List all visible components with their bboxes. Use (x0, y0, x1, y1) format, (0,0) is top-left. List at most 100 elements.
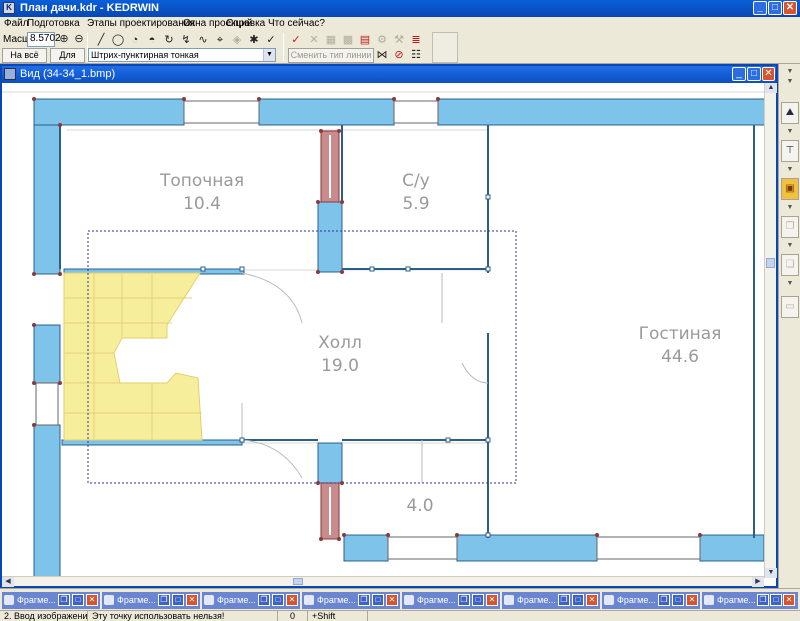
chevron-down-icon[interactable]: ▼ (782, 204, 798, 212)
restore-icon[interactable]: ❐ (158, 594, 170, 606)
restore-icon[interactable]: ❐ (558, 594, 570, 606)
layers-red-icon[interactable]: ▤ (357, 32, 373, 48)
disabled-tool-icon[interactable]: ◈ (229, 32, 245, 48)
wrench-disabled-icon[interactable]: ⚒ (391, 32, 407, 48)
circle-tool-icon[interactable]: ◯ (110, 32, 126, 48)
menu-design-stages[interactable]: Этапы проектирования (87, 18, 195, 29)
minimize-button[interactable]: _ (753, 1, 767, 15)
restore-icon[interactable]: ❐ (258, 594, 270, 606)
floor-plan[interactable]: Топочная 10.4 С/у 5.9 Холл 19.0 Гостиная… (2, 83, 764, 578)
horizontal-scrollbar[interactable]: ◀ ▶ (2, 576, 764, 587)
restore-icon[interactable]: ❐ (757, 594, 769, 606)
rotate-tool-icon[interactable]: ↻ (161, 32, 177, 48)
chevron-down-icon[interactable]: ▼ (782, 242, 798, 250)
curve-tool-icon[interactable]: ∿ (195, 32, 211, 48)
wall-view-icon[interactable]: ⛰ (781, 102, 799, 124)
properties-icon[interactable]: ☷ (408, 47, 424, 63)
maximize-icon[interactable]: □ (172, 594, 184, 606)
document-title-bar[interactable]: Вид (34-34_1.bmp) _ □ ✕ (2, 66, 776, 83)
close-button[interactable]: ✕ (783, 1, 797, 15)
doc-close-button[interactable]: ✕ (762, 67, 775, 81)
close-icon[interactable]: ✕ (783, 594, 795, 606)
layer-disabled-icon[interactable]: ▭ (781, 296, 799, 318)
fragment-window[interactable]: Фрагме... ❐ □ ✕ (202, 592, 300, 609)
copy-disabled-icon[interactable]: ❐ (781, 216, 799, 238)
cross-disabled-icon[interactable]: ✕ (306, 32, 322, 48)
close-icon[interactable]: ✕ (286, 594, 298, 606)
menu-preparation[interactable]: Подготовка (27, 18, 80, 29)
scale-input[interactable]: 8.5702 (27, 32, 61, 47)
arc-3pt-tool-icon[interactable]: ◓ (144, 32, 160, 48)
point-snap-icon[interactable]: ✱ (246, 32, 262, 48)
drawing-canvas[interactable]: Топочная 10.4 С/у 5.9 Холл 19.0 Гостиная… (2, 83, 764, 578)
maximize-button[interactable]: □ (768, 1, 782, 15)
scroll-down-icon[interactable]: ▼ (765, 568, 777, 578)
pattern-disabled-icon[interactable]: ▩ (340, 32, 356, 48)
chevron-down-icon[interactable]: ▼ (782, 68, 798, 76)
app-icon[interactable]: K (3, 2, 15, 14)
fillet-tool-icon[interactable]: ↯ (178, 32, 194, 48)
restore-icon[interactable]: ❐ (458, 594, 470, 606)
fragment-window[interactable]: Фрагме... ❐ □ ✕ (502, 592, 600, 609)
line-type-select[interactable]: Штрих-пунктирная тонкая ▼ (88, 48, 276, 62)
paste-disabled-icon[interactable]: ❏ (781, 254, 799, 276)
doc-maximize-button[interactable]: □ (747, 67, 761, 81)
scroll-up-icon[interactable]: ▲ (765, 83, 777, 93)
erase-red-icon[interactable]: ⊘ (391, 47, 407, 63)
arc-tool-icon[interactable]: ◔ (127, 32, 143, 48)
chevron-down-icon[interactable]: ▼ (782, 128, 798, 136)
change-line-type-button[interactable]: Сменить тип линии (288, 48, 374, 63)
chevron-down-icon[interactable]: ▼ (263, 49, 275, 61)
gear-disabled-icon[interactable]: ⚙ (374, 32, 390, 48)
restore-icon[interactable]: ❐ (358, 594, 370, 606)
scroll-right-icon[interactable]: ▶ (752, 577, 764, 587)
break-tool-icon[interactable]: ✓ (263, 32, 279, 48)
fit-all-button[interactable]: На всё окно (2, 48, 47, 73)
close-icon[interactable]: ✕ (486, 594, 498, 606)
line-tool-icon[interactable]: ╱ (93, 32, 109, 48)
palette-tool-icon[interactable]: ▣ (781, 178, 799, 200)
doc-minimize-button[interactable]: _ (732, 67, 746, 81)
app-title-bar[interactable]: K План дачи.kdr - KEDRWIN _ □ ✕ (0, 0, 800, 17)
maximize-icon[interactable]: □ (672, 594, 684, 606)
close-icon[interactable]: ✕ (686, 594, 698, 606)
fragment-window[interactable]: Фрагме... ❐ □ ✕ (2, 592, 100, 609)
close-icon[interactable]: ✕ (86, 594, 98, 606)
menu-whats-now[interactable]: Что сейчас? (268, 18, 325, 29)
maximize-icon[interactable]: □ (770, 594, 782, 606)
fragment-window[interactable]: Фрагме... ❐ □ ✕ (602, 592, 700, 609)
maximize-icon[interactable]: □ (272, 594, 284, 606)
stack-red-icon[interactable]: ≣ (408, 32, 424, 48)
close-icon[interactable]: ✕ (386, 594, 398, 606)
maximize-icon[interactable]: □ (572, 594, 584, 606)
maximize-icon[interactable]: □ (72, 594, 84, 606)
grid-disabled-icon[interactable]: ▦ (323, 32, 339, 48)
horizontal-scroll-thumb[interactable] (293, 578, 303, 585)
fragment-window[interactable]: Фрагме... ❐ □ ✕ (702, 592, 798, 609)
check-red-icon[interactable]: ✓ (288, 32, 304, 48)
vertical-scrollbar[interactable]: ▲ ▼ (764, 83, 777, 578)
section-tool-icon[interactable]: ⊤ (781, 140, 799, 162)
room-area-boiler: 10.4 (183, 194, 221, 214)
fragment-window[interactable]: Фрагме... ❐ □ ✕ (402, 592, 500, 609)
maximize-icon[interactable]: □ (372, 594, 384, 606)
close-icon[interactable]: ✕ (186, 594, 198, 606)
mirror-icon[interactable]: ⋈ (374, 47, 390, 63)
menu-help[interactable]: Справка (226, 18, 265, 29)
zoom-in-icon[interactable]: ⊕ (56, 31, 72, 47)
fragment-window[interactable]: Фрагме... ❐ □ ✕ (102, 592, 200, 609)
scroll-left-icon[interactable]: ◀ (2, 577, 14, 587)
vertical-scroll-thumb[interactable] (766, 258, 775, 268)
maximize-icon[interactable]: □ (472, 594, 484, 606)
restore-icon[interactable]: ❐ (658, 594, 670, 606)
close-icon[interactable]: ✕ (586, 594, 598, 606)
chevron-down-icon[interactable]: ▼ (782, 166, 798, 174)
menu-file[interactable]: Файл (4, 18, 29, 29)
for-all-button[interactable]: Для всех (50, 48, 85, 73)
chevron-down-icon[interactable]: ▼ (782, 78, 798, 86)
restore-icon[interactable]: ❐ (58, 594, 70, 606)
chevron-down-icon[interactable]: ▼ (782, 280, 798, 288)
zoom-out-icon[interactable]: ⊖ (71, 31, 87, 47)
fragment-window[interactable]: Фрагме... ❐ □ ✕ (302, 592, 400, 609)
snap-tool-icon[interactable]: ⌖ (212, 32, 228, 48)
